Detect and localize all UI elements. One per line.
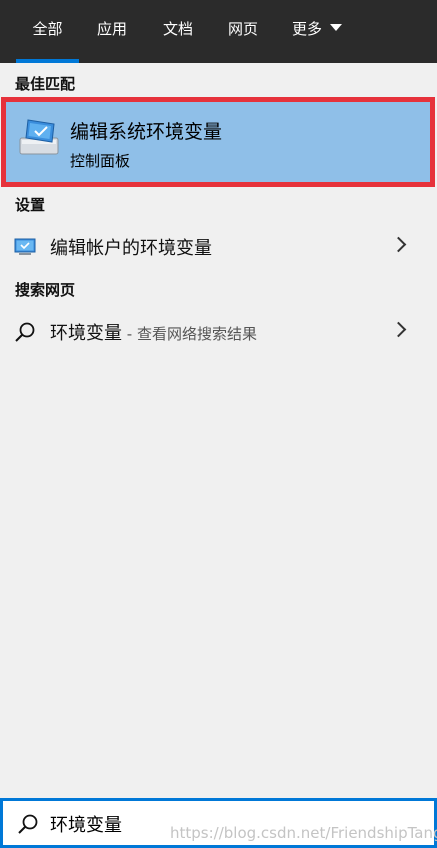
best-match-result[interactable]: 编辑系统环境变量 控制面板: [1, 97, 435, 187]
section-best-match-header: 最佳匹配: [15, 75, 76, 93]
settings-result-label: 编辑帐户的环境变量: [50, 238, 212, 259]
system-properties-icon: [19, 119, 59, 155]
section-settings-header: 设置: [15, 196, 46, 214]
web-result-query: 环境变量: [50, 323, 122, 344]
monitor-icon: [14, 238, 36, 255]
watermark: https://blog.csdn.net/FriendshipTang: [170, 824, 437, 842]
chevron-right-icon[interactable]: [390, 236, 407, 253]
tab-more-label: 更多: [292, 20, 323, 38]
section-search-web-header: 搜索网页: [15, 281, 76, 299]
tab-apps[interactable]: 应用: [87, 0, 137, 63]
best-match-subtitle: 控制面板: [70, 152, 131, 170]
search-icon: [15, 322, 35, 342]
web-result-row[interactable]: 环境变量 - 查看网络搜索结果: [0, 309, 437, 353]
search-icon: [18, 814, 38, 834]
chevron-right-icon[interactable]: [390, 321, 407, 338]
tab-web[interactable]: 网页: [218, 0, 268, 63]
settings-result-row[interactable]: 编辑帐户的环境变量: [0, 224, 437, 268]
search-value[interactable]: 环境变量: [50, 811, 122, 837]
filter-tab-bar: 全部 应用 文档 网页 更多: [0, 0, 437, 63]
best-match-title: 编辑系统环境变量: [70, 121, 223, 143]
tab-documents[interactable]: 文档: [153, 0, 203, 63]
tab-more[interactable]: 更多: [284, 0, 354, 63]
web-result-suffix: - 查看网络搜索结果: [122, 325, 257, 343]
web-result-label: 环境变量 - 查看网络搜索结果: [50, 319, 257, 345]
tab-all[interactable]: 全部: [16, 0, 79, 63]
caret-down-icon: [330, 24, 343, 31]
